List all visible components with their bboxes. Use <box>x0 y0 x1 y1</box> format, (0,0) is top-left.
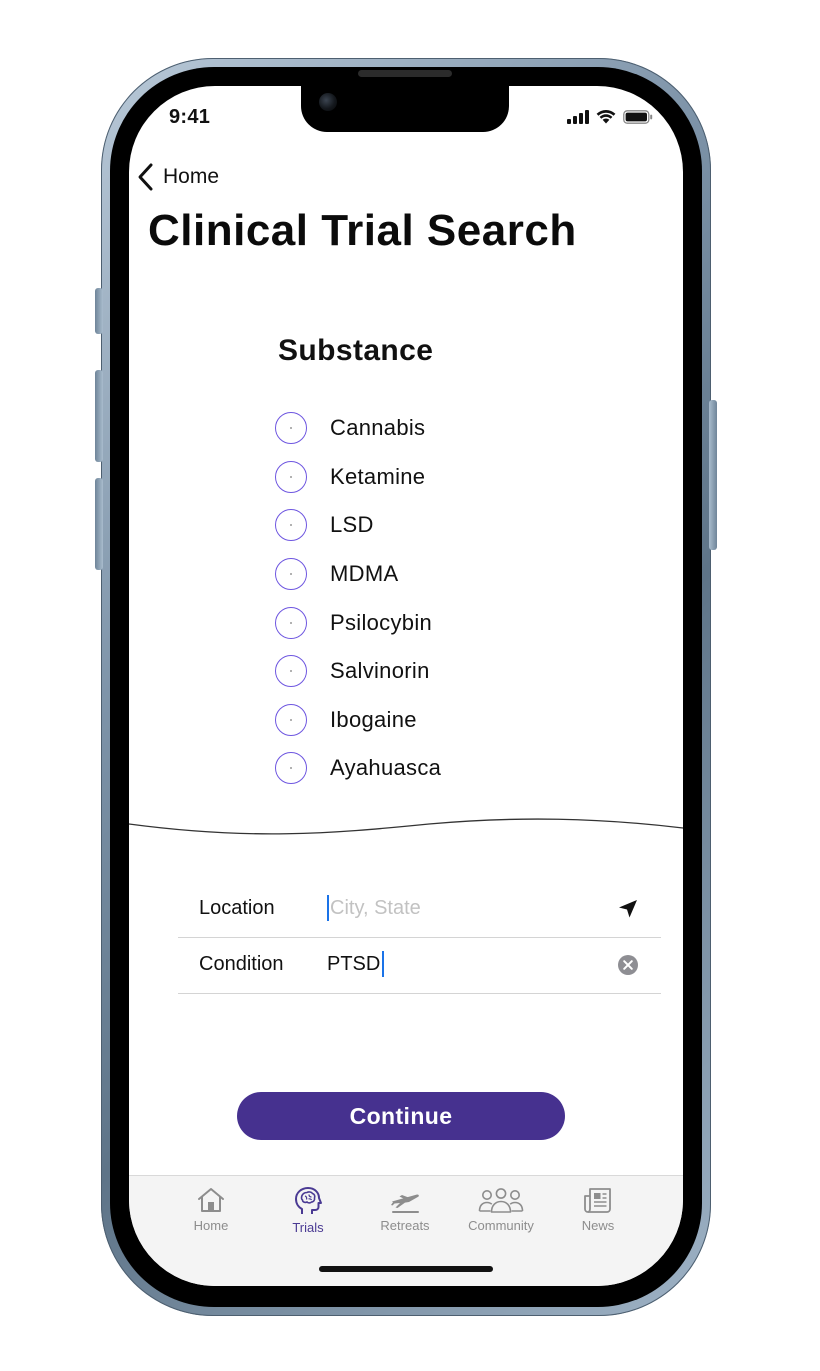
substance-label: Cannabis <box>330 415 426 441</box>
tab-label: News <box>581 1218 615 1233</box>
tab-news[interactable]: News <box>553 1186 643 1233</box>
notch <box>301 86 509 132</box>
tab-label: Home <box>193 1218 229 1233</box>
substance-option-psilocybin[interactable]: Psilocybin <box>275 598 441 647</box>
text-caret <box>327 895 329 921</box>
earpiece-speaker <box>358 70 452 77</box>
condition-label: Condition <box>199 953 284 975</box>
clear-circle-icon[interactable] <box>616 953 640 977</box>
tab-label: Retreats <box>380 1218 430 1233</box>
location-label: Location <box>199 897 275 919</box>
radio-button[interactable] <box>275 460 307 493</box>
radio-button[interactable] <box>275 655 307 688</box>
brain-head-icon <box>295 1187 322 1214</box>
substance-heading: Substance <box>278 334 434 367</box>
condition-row: Condition PTSD <box>178 937 661 994</box>
substance-label: Psilocybin <box>330 609 433 635</box>
tab-trials[interactable]: Trials <box>263 1186 353 1235</box>
status-icons <box>567 109 653 124</box>
home-indicator[interactable] <box>319 1266 493 1272</box>
condition-value: PTSD <box>327 952 381 975</box>
tab-label: Community <box>468 1218 534 1233</box>
battery-icon <box>623 110 653 124</box>
location-input[interactable] <box>330 896 590 920</box>
airplane-icon <box>391 1194 419 1213</box>
radio-button[interactable] <box>275 509 307 542</box>
action-button <box>95 288 103 334</box>
phone-screen: 9:41 Home Clinical Trial Search Substanc… <box>129 86 683 1286</box>
cellular-signal-icon <box>567 110 589 124</box>
power-button <box>709 400 717 550</box>
condition-input[interactable]: PTSD <box>327 947 617 981</box>
back-button-label: Home <box>163 165 220 188</box>
substance-option-salvinorin[interactable]: Salvinorin <box>275 647 441 696</box>
tab-label: Trials <box>292 1220 324 1235</box>
substance-label: Salvinorin <box>330 658 430 684</box>
chevron-left-icon <box>138 163 153 191</box>
radio-button[interactable] <box>275 412 307 445</box>
tab-retreats[interactable]: Retreats <box>360 1186 450 1233</box>
substance-option-ayahuasca[interactable]: Ayahuasca <box>275 744 441 793</box>
back-button[interactable]: Home <box>135 162 219 192</box>
substance-option-mdma[interactable]: MDMA <box>275 550 441 599</box>
wave-divider <box>129 818 683 835</box>
page-title: Clinical Trial Search <box>148 206 577 255</box>
newspaper-icon <box>584 1188 611 1213</box>
radio-button[interactable] <box>275 606 307 639</box>
tab-community[interactable]: Community <box>456 1186 546 1233</box>
substance-option-cannabis[interactable]: Cannabis <box>275 404 441 453</box>
continue-button[interactable]: Continue <box>237 1092 565 1140</box>
radio-button[interactable] <box>275 558 307 591</box>
front-camera <box>319 93 337 111</box>
substance-label: MDMA <box>330 561 399 587</box>
location-input-wrap[interactable] <box>327 891 617 925</box>
substance-label: Ibogaine <box>330 706 417 732</box>
substance-option-lsd[interactable]: LSD <box>275 501 441 550</box>
people-group-icon <box>478 1188 524 1213</box>
text-caret <box>382 951 385 977</box>
substance-label: Ketamine <box>330 463 426 489</box>
substance-list: Cannabis Ketamine LSD MDMA Psilocybin Sa… <box>275 404 441 793</box>
status-time: 9:41 <box>169 106 211 128</box>
volume-up-button <box>95 370 103 462</box>
substance-option-ketamine[interactable]: Ketamine <box>275 453 441 502</box>
location-arrow-icon[interactable] <box>616 897 640 921</box>
substance-label: Ayahuasca <box>330 755 442 781</box>
radio-button[interactable] <box>275 752 307 785</box>
substance-option-ibogaine[interactable]: Ibogaine <box>275 696 441 745</box>
tab-home[interactable]: Home <box>166 1186 256 1233</box>
radio-button[interactable] <box>275 703 307 736</box>
volume-down-button <box>95 478 103 570</box>
house-icon <box>198 1188 224 1212</box>
substance-label: LSD <box>330 512 374 538</box>
wifi-icon <box>596 109 616 124</box>
location-row: Location <box>178 881 661 938</box>
